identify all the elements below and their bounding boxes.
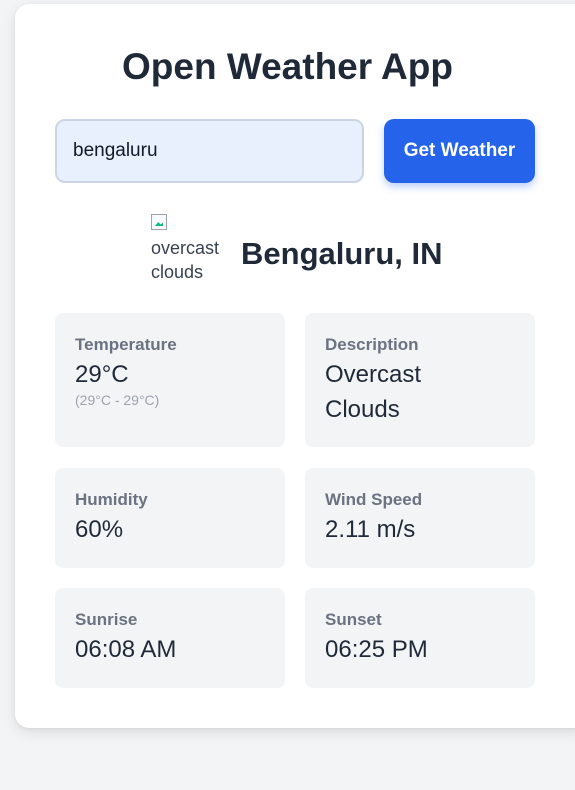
page-title: Open Weather App [122, 46, 453, 87]
sunrise-value: 06:08 AM [75, 636, 177, 663]
city-search-input[interactable] [55, 119, 364, 183]
temperature-range: (29°C - 29°C) [75, 392, 160, 408]
temperature-value: 29°C [75, 361, 129, 388]
humidity-tile: Humidity 60% [55, 468, 285, 568]
humidity-value: 60% [75, 516, 124, 543]
weather-icon-alt-text: overcast clouds [151, 238, 220, 282]
description-value: Overcast Clouds [325, 361, 422, 423]
humidity-label: Humidity [75, 490, 148, 509]
wind-speed-tile: Wind Speed 2.11 m/s [305, 468, 535, 568]
broken-image-icon [151, 214, 167, 230]
temperature-tile: Temperature 29°C (29°C - 29°C) [55, 313, 285, 447]
sunset-value: 06:25 PM [325, 636, 428, 663]
temperature-label: Temperature [75, 335, 177, 354]
weather-card: Open Weather App Get Weather overcast cl… [15, 4, 575, 728]
city-name: Bengaluru, IN [241, 236, 443, 271]
sunrise-tile: Sunrise 06:08 AM [55, 588, 285, 688]
weather-icon: overcast clouds [151, 212, 235, 290]
wind-speed-label: Wind Speed [325, 490, 423, 509]
get-weather-button[interactable]: Get Weather [384, 119, 535, 183]
sunset-label: Sunset [325, 610, 382, 629]
description-label: Description [325, 335, 419, 354]
sunrise-label: Sunrise [75, 610, 138, 629]
sunset-tile: Sunset 06:25 PM [305, 588, 535, 688]
description-tile: Description Overcast Clouds [305, 313, 535, 447]
wind-speed-value: 2.11 m/s [325, 516, 416, 543]
